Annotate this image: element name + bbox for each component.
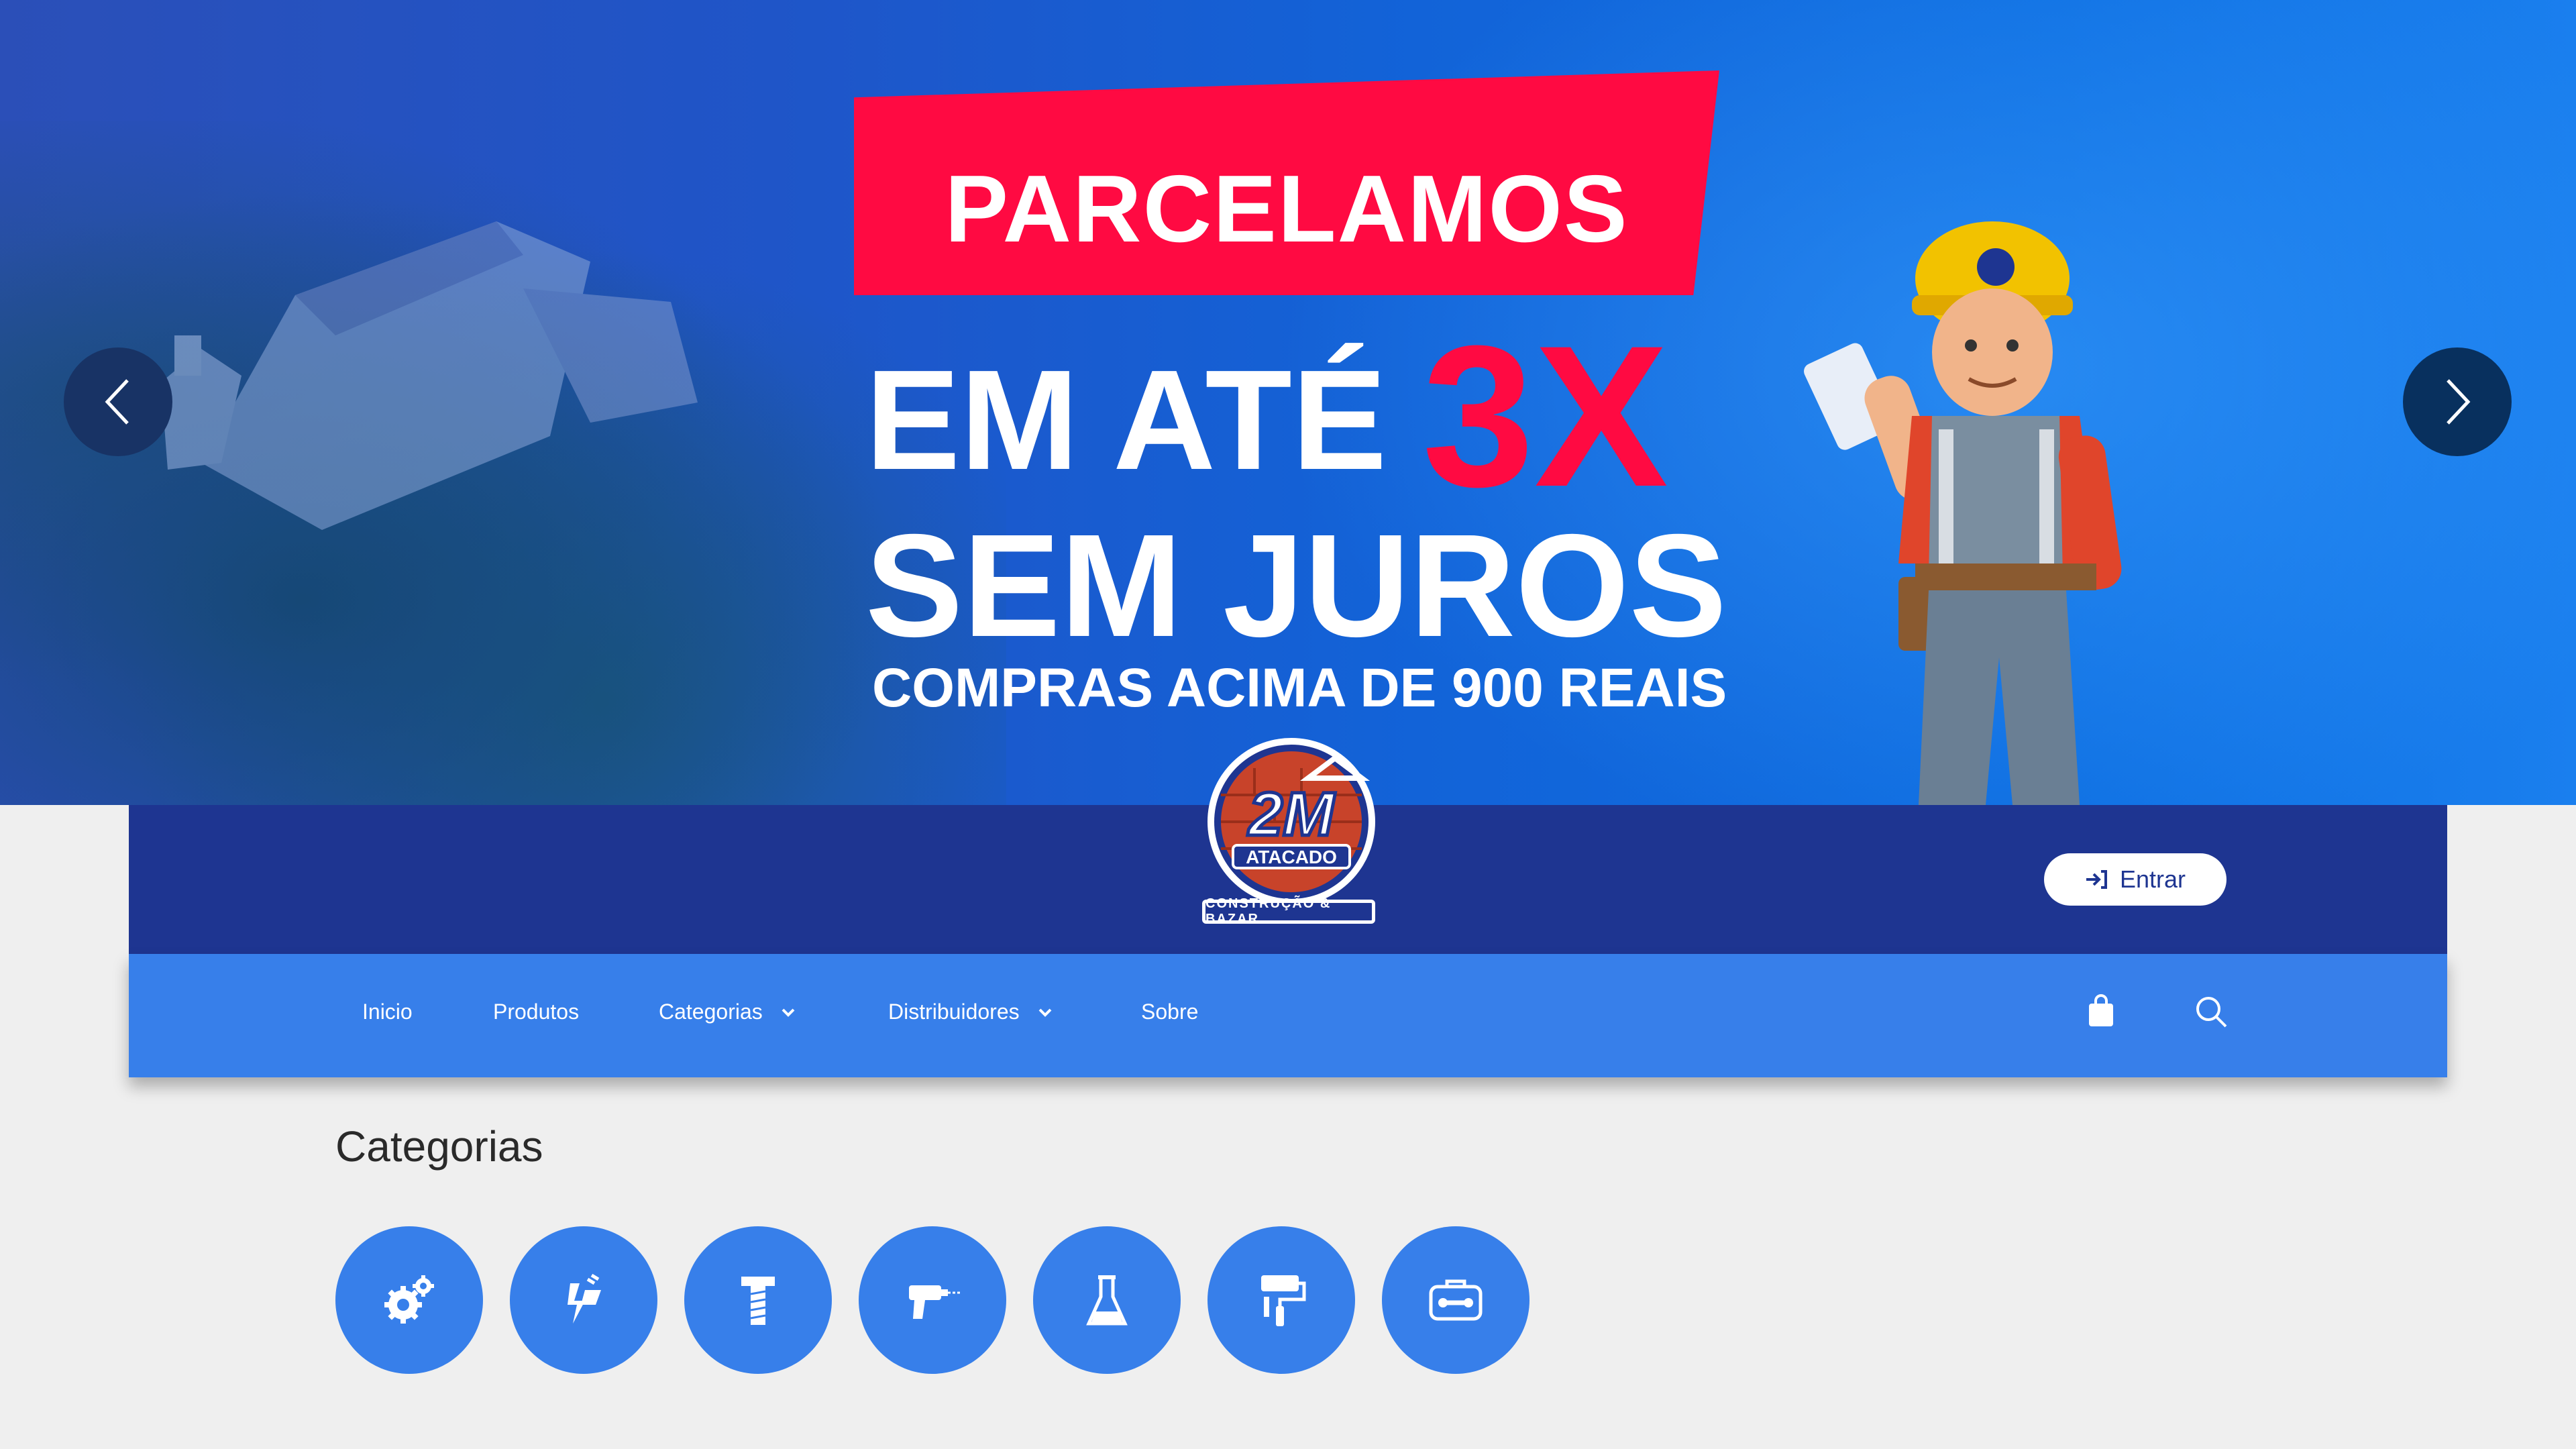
flask-icon bbox=[1086, 1275, 1128, 1326]
promo-subline: COMPRAS ACIMA DE 900 REAIS bbox=[872, 657, 1727, 718]
chevron-down-icon bbox=[782, 1008, 795, 1017]
nav-item-label: Distribuidores bbox=[888, 1000, 1020, 1024]
category-tools-button[interactable] bbox=[859, 1226, 1006, 1374]
category-toolbox-button[interactable] bbox=[1382, 1226, 1529, 1374]
nav-item-categorias[interactable]: Categorias bbox=[659, 1000, 796, 1024]
login-button[interactable]: Entrar bbox=[2044, 853, 2226, 906]
drill-icon bbox=[909, 1285, 960, 1319]
paint-roller-icon bbox=[1261, 1275, 1306, 1326]
svg-text:ATACADO: ATACADO bbox=[1246, 847, 1337, 867]
svg-text:2M: 2M bbox=[1247, 780, 1336, 849]
sign-in-icon bbox=[2086, 870, 2107, 889]
nav-item-label: Inicio bbox=[362, 1000, 413, 1024]
promo-headline-line2: SEM JUROS bbox=[865, 504, 1727, 667]
toolbox-icon bbox=[1429, 1279, 1483, 1321]
electric-plug-icon bbox=[568, 1273, 601, 1324]
search-button[interactable] bbox=[2194, 994, 2229, 1032]
nav-item-produtos[interactable]: Produtos bbox=[493, 1000, 579, 1024]
builder-mascot-image bbox=[1804, 221, 2122, 805]
category-chemicals-button[interactable] bbox=[1033, 1226, 1181, 1374]
category-gears-button[interactable] bbox=[335, 1226, 483, 1374]
hero-banner[interactable]: PARCELAMOS EM ATÉ 3X SEM JUROS COMPRAS A… bbox=[0, 0, 2576, 805]
promo-headline-line1: EM ATÉ bbox=[865, 340, 1387, 499]
promo-ribbon-text: PARCELAMOS bbox=[945, 156, 1629, 262]
nav-item-inicio[interactable]: Inicio bbox=[362, 1000, 413, 1024]
brand-tagline: CONSTRUÇÃO & BAZAR bbox=[1202, 896, 1375, 926]
categories-title: Categorias bbox=[335, 1122, 543, 1171]
category-electrical-button[interactable] bbox=[510, 1226, 657, 1374]
bag-icon bbox=[2089, 994, 2113, 1026]
chevron-down-icon bbox=[1038, 1008, 1052, 1017]
fortress-image bbox=[161, 221, 698, 530]
nav-item-sobre[interactable]: Sobre bbox=[1141, 1000, 1198, 1024]
screw-icon bbox=[741, 1277, 775, 1325]
nav-item-label: Categorias bbox=[659, 1000, 763, 1024]
nav-item-distribuidores[interactable]: Distribuidores bbox=[888, 1000, 1053, 1024]
carousel-prev-button[interactable] bbox=[64, 347, 172, 456]
nav-item-label: Produtos bbox=[493, 1000, 580, 1024]
carousel-next-button[interactable] bbox=[2403, 347, 2512, 456]
search-icon bbox=[2196, 997, 2227, 1028]
login-label: Entrar bbox=[2119, 865, 2186, 893]
gears-icon bbox=[384, 1275, 434, 1324]
chevron-left-icon bbox=[105, 379, 129, 425]
cart-button[interactable] bbox=[2086, 994, 2116, 1032]
category-paint-button[interactable] bbox=[1208, 1226, 1355, 1374]
nav-item-label: Sobre bbox=[1141, 1000, 1199, 1024]
promo-accent-3x: 3X bbox=[1422, 303, 1668, 529]
chevron-right-icon bbox=[2447, 379, 2471, 425]
category-fasteners-button[interactable] bbox=[684, 1226, 832, 1374]
